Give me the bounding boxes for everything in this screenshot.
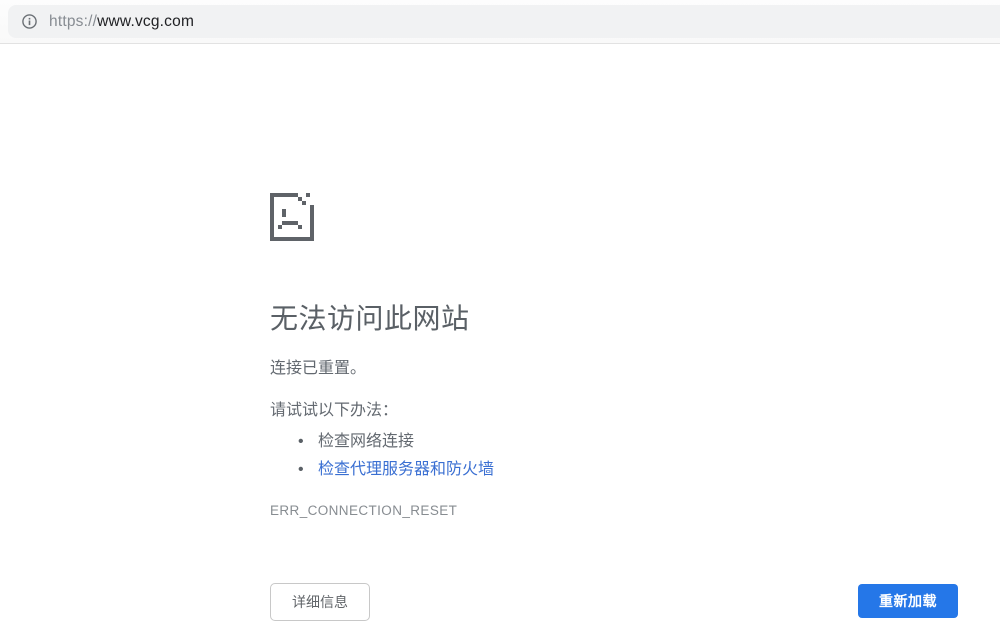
suggestion-heading: 请试试以下办法： — [270, 402, 399, 419]
url-text: https://www.vcg.com — [49, 13, 194, 31]
url-scheme: https:// — [49, 12, 98, 30]
error-code: ERR_CONNECTION_RESET — [270, 503, 458, 518]
details-button[interactable]: 详细信息 — [270, 583, 370, 621]
check-proxy-link[interactable]: 检查代理服务器和防火墙 — [318, 461, 494, 478]
suggestion-check-network: 检查网络连接 — [270, 428, 1000, 456]
sad-file-icon — [270, 193, 314, 241]
url-host: www.vcg.com — [97, 12, 195, 30]
browser-toolbar: https://www.vcg.com — [0, 0, 1000, 44]
error-title: 无法访问此网站 — [270, 303, 470, 334]
error-page: 无法访问此网站 连接已重置。 请试试以下办法： 检查网络连接 检查代理服务器和防… — [0, 44, 1000, 634]
suggestion-check-proxy: 检查代理服务器和防火墙 — [270, 456, 1000, 484]
error-message: 连接已重置。 — [270, 360, 367, 377]
info-circle-icon[interactable] — [21, 13, 38, 30]
suggestion-list: 检查网络连接 检查代理服务器和防火墙 — [270, 428, 1000, 484]
reload-button[interactable]: 重新加载 — [858, 584, 958, 618]
address-bar[interactable]: https://www.vcg.com — [8, 5, 1000, 38]
